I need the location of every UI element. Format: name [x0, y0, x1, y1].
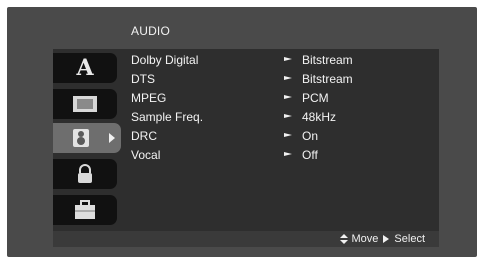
option-marker-icon: [284, 76, 292, 80]
setting-row-dolby-digital[interactable]: Dolby Digital Bitstream: [131, 51, 431, 70]
setting-row-vocal[interactable]: Vocal Off: [131, 146, 431, 165]
option-marker-icon: [284, 114, 292, 118]
option-marker-icon: [284, 57, 292, 61]
lock-icon: [78, 164, 92, 183]
speaker-icon: [73, 129, 89, 147]
sidebar-item-lock[interactable]: [53, 159, 117, 189]
setting-label: DTS: [131, 72, 155, 86]
toolbox-icon: [75, 200, 95, 219]
setting-value: Bitstream: [302, 72, 353, 86]
setting-label: Vocal: [131, 148, 161, 162]
audio-settings-list: Dolby Digital Bitstream DTS Bitstream MP…: [131, 51, 431, 165]
sidebar-item-audio[interactable]: [53, 123, 121, 153]
setting-value: Bitstream: [302, 53, 353, 67]
sidebar-selection-arrow-icon: [109, 133, 115, 143]
option-marker-icon: [284, 95, 292, 99]
up-down-arrow-icon: [339, 234, 348, 244]
letter-a-icon: A: [76, 55, 94, 81]
select-hint: Select: [394, 233, 425, 245]
setting-value: 48kHz: [302, 110, 337, 124]
display-icon: [73, 96, 97, 112]
help-bar: Move Select: [53, 231, 439, 247]
setting-label: Sample Freq.: [131, 110, 204, 124]
menu-title: AUDIO: [131, 24, 171, 38]
sidebar-item-others[interactable]: [53, 195, 117, 225]
setting-value: Off: [302, 148, 318, 162]
setting-row-mpeg[interactable]: MPEG PCM: [131, 89, 431, 108]
dvd-setup-screen: AUDIO A Dolby Digital Bitstream DTS Bits…: [7, 7, 477, 257]
right-arrow-icon: [383, 235, 390, 243]
setting-label: MPEG: [131, 91, 167, 105]
option-marker-icon: [284, 133, 292, 137]
navigation-help: Move Select: [339, 231, 425, 247]
sidebar-item-language[interactable]: A: [53, 53, 117, 83]
setting-row-drc[interactable]: DRC On: [131, 127, 431, 146]
setting-value: PCM: [302, 91, 329, 105]
setting-row-sample-freq[interactable]: Sample Freq. 48kHz: [131, 108, 431, 127]
setup-sidebar: A: [53, 49, 123, 231]
setting-label: Dolby Digital: [131, 53, 199, 67]
setting-row-dts[interactable]: DTS Bitstream: [131, 70, 431, 89]
setting-value: On: [302, 129, 319, 143]
option-marker-icon: [284, 152, 292, 156]
move-hint: Move: [351, 233, 379, 245]
sidebar-item-display[interactable]: [53, 89, 117, 119]
setting-label: DRC: [131, 129, 157, 143]
